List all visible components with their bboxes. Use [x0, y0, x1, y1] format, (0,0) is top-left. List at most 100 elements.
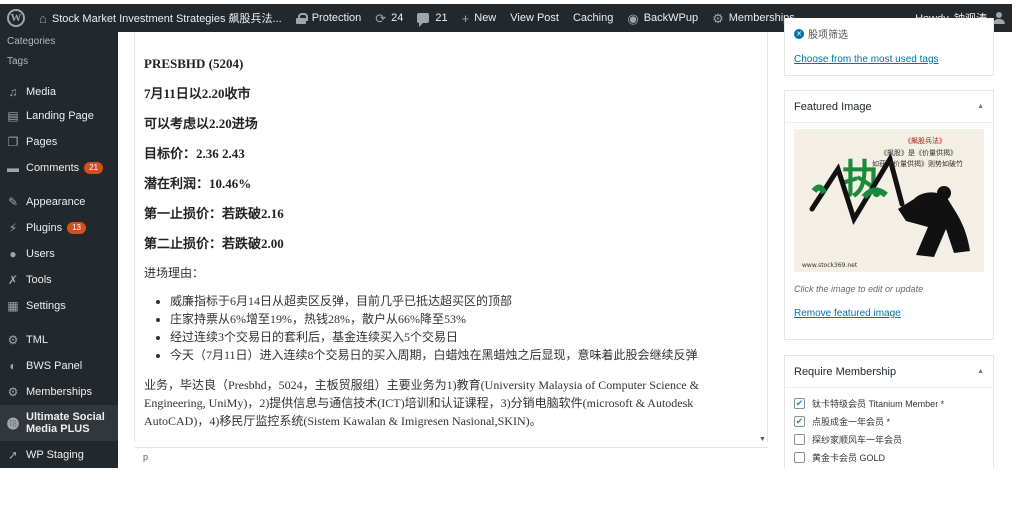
post-editor[interactable]: PRESBHD (5204) 7月11日以2.20收市 可以考虑以2.20进场 …: [134, 32, 768, 442]
image-line-2: 《飙股》是《价量供揭》: [880, 148, 957, 157]
sidebar-item-label: Users: [26, 248, 55, 260]
sidebar-item-ultimate-social-media[interactable]: ⓲ Ultimate Social Media PLUS: [0, 405, 118, 441]
sidebar-item-plugins[interactable]: ⚡ Plugins 13: [0, 215, 118, 241]
memberships-icon: ⚙: [7, 385, 19, 399]
sidebar-item-users[interactable]: ● Users: [0, 241, 118, 267]
sidebar-item-label: Tools: [26, 274, 52, 286]
sidebar-item-landing-page[interactable]: ▤ Landing Page: [0, 103, 118, 129]
updates-icon: ⟳: [375, 10, 387, 26]
user-avatar-icon: [993, 12, 1005, 24]
membership-option-label: 黄金卡会员 GOLD: [812, 452, 886, 463]
wordpress-logo-icon: W: [7, 9, 25, 27]
checkbox-unchecked-icon[interactable]: [794, 433, 805, 445]
media-icon: ♫: [8, 85, 18, 99]
close-price-line: 7月11日以2.20收市: [144, 86, 251, 101]
sidebar-item-label: WP Staging: [26, 449, 84, 461]
editor-content[interactable]: PRESBHD (5204) 7月11日以2.20收市 可以考虑以2.20进场 …: [135, 32, 767, 430]
tml-icon: ⚙: [7, 333, 19, 347]
membership-option-gold[interactable]: 黄金卡会员 GOLD: [785, 448, 993, 466]
image-line-1: 《飙股兵法》: [904, 136, 946, 145]
tag-label: 股项筛选: [808, 30, 848, 41]
protection-menu[interactable]: Protection: [289, 4, 369, 32]
sidebar-item-label: BWS Panel: [26, 360, 83, 372]
view-post-link[interactable]: View Post: [503, 4, 566, 32]
checkbox-unchecked-icon[interactable]: [794, 451, 805, 463]
caching-menu[interactable]: Caching: [566, 4, 620, 32]
business-description: 业务，毕达良（Presbhd，5024，主板贸服组）主要业务为1)教育(Univ…: [144, 378, 699, 428]
sidebar-item-label: Appearance: [26, 196, 86, 208]
sidebar-item-pages[interactable]: ❐ Pages: [0, 129, 118, 155]
usm-icon: ⓲: [6, 416, 19, 431]
backwpup-menu[interactable]: ◉ BackWPup: [620, 4, 705, 32]
plugins-icon: ⚡: [8, 221, 18, 235]
list-item: 威廉指标于6月14日从超卖区反弹，目前几乎已抵达超买区的顶部: [170, 292, 767, 310]
bws-icon: ◐: [9, 359, 17, 373]
updates-menu[interactable]: ⟳ 24: [368, 4, 410, 32]
lock-icon: [295, 12, 308, 24]
reason-list: 威廉指标于6月14日从超卖区反弹，目前几乎已抵达超买区的顶部 庄家持票从6%增至…: [144, 292, 767, 364]
sidebar-item-label: Media: [26, 86, 56, 98]
sidebar-item-label: Ultimate Social Media PLUS: [26, 411, 105, 435]
featured-image[interactable]: 执 《飙股兵法》 《飙股》是《价量供揭》 如获《价量供揭》则势如破竹 www.s…: [794, 129, 984, 272]
tag-item: ✕ 股项筛选: [785, 18, 993, 41]
editor-path-bar: p: [134, 447, 768, 468]
sidebar-item-media[interactable]: ♫ Media: [0, 81, 118, 103]
sidebar-item-bws-panel[interactable]: ◐ BWS Panel: [0, 353, 118, 379]
sidebar-item-label: Settings: [26, 300, 66, 312]
editor-path: p: [143, 452, 149, 462]
view-post-label: View Post: [510, 12, 559, 24]
sidebar-item-wp-staging[interactable]: ➚ WP Staging: [0, 441, 118, 468]
new-content-menu[interactable]: + New: [455, 4, 504, 32]
submenu-categories[interactable]: Categories: [0, 32, 118, 52]
memberships-icon: ⚙: [712, 10, 724, 26]
reason-heading: 进场理由：: [144, 266, 205, 280]
pages-icon: ❐: [7, 135, 19, 149]
checkbox-checked-icon[interactable]: ✔: [794, 397, 805, 409]
first-stop-loss-line: 第一止损价：若跌破2.16: [144, 206, 284, 221]
image-line-3: 如获《价量供揭》则势如破竹: [872, 159, 963, 168]
scroll-down-arrow-icon[interactable]: ▼: [759, 436, 766, 443]
require-membership-header[interactable]: Require Membership ▲: [785, 356, 993, 388]
checkbox-checked-icon[interactable]: ✔: [794, 415, 805, 427]
image-url-text: www.stock369.net: [802, 262, 858, 269]
membership-option-label: 点股成金一年会员 *: [812, 416, 891, 427]
collapse-arrow-icon[interactable]: ▲: [977, 368, 984, 375]
submenu-tags[interactable]: Tags: [0, 52, 118, 72]
sidebar-item-label: Pages: [26, 136, 58, 148]
remove-tag-icon[interactable]: ✕: [794, 28, 804, 39]
users-icon: ●: [9, 247, 17, 261]
membership-option-label: 钛卡特级会员 Titanium Member *: [812, 398, 945, 409]
backwpup-icon: ◉: [627, 10, 639, 26]
sidebar-item-label: Landing Page: [26, 110, 94, 122]
membership-option-titanium[interactable]: ✔ 钛卡特级会员 Titanium Member *: [785, 394, 993, 412]
membership-option-ride[interactable]: 探纱家顺风车一年会员: [785, 430, 993, 448]
sidebar-item-comments[interactable]: ▬ Comments 21: [0, 155, 118, 181]
comments-menu[interactable]: 21: [410, 4, 454, 32]
featured-image-header[interactable]: Featured Image ▲: [785, 91, 993, 123]
home-icon: ⌂: [39, 10, 47, 26]
remove-featured-image-link[interactable]: Remove featured image: [794, 308, 901, 319]
sidebar-item-label: TML: [26, 334, 48, 346]
sidebar-item-memberships[interactable]: ⚙ Memberships: [0, 379, 118, 405]
sidebar-item-tools[interactable]: ✗ Tools: [0, 267, 118, 293]
collapse-arrow-icon[interactable]: ▲: [977, 103, 984, 110]
caching-label: Caching: [572, 12, 614, 24]
wp-logo-menu[interactable]: W: [0, 4, 32, 32]
membership-option-yearly[interactable]: ✔ 点股成金一年会员 *: [785, 412, 993, 430]
sidebar-item-tml[interactable]: ⚙ TML: [0, 327, 118, 353]
site-name-menu[interactable]: ⌂ Stock Market Investment Strategies 飙股兵…: [32, 4, 289, 32]
admin-sidebar: Categories Tags ♫ Media ▤ Landing Page ❐ Pa…: [0, 32, 118, 468]
sidebar-item-label: Plugins: [26, 222, 63, 234]
featured-image-artwork: 执 《飙股兵法》 《飙股》是《价量供揭》 如获《价量供揭》则势如破竹 www.s…: [794, 129, 984, 272]
tags-panel: ✕ 股项筛选 Choose from the most used tags: [784, 18, 994, 76]
landing-page-icon: ▤: [7, 109, 19, 123]
updates-count: 24: [391, 12, 404, 24]
potential-profit-line: 潜在利润：10.46%: [144, 176, 252, 191]
list-item: 今天（7月11日）进入连续8个交易日的买入周期，白蜡烛在黑蜡烛之后显现，意味着此…: [170, 346, 767, 364]
choose-most-used-tags-link[interactable]: Choose from the most used tags: [794, 54, 939, 65]
target-price-line: 目标价：2.36 2.43: [144, 146, 245, 161]
require-membership-panel: Require Membership ▲ ✔ 钛卡特级会员 Titanium Me…: [784, 355, 994, 468]
comments-icon: ▬: [7, 161, 19, 175]
sidebar-item-settings[interactable]: ▦ Settings: [0, 293, 118, 319]
sidebar-item-appearance[interactable]: ✎ Appearance: [0, 189, 118, 215]
